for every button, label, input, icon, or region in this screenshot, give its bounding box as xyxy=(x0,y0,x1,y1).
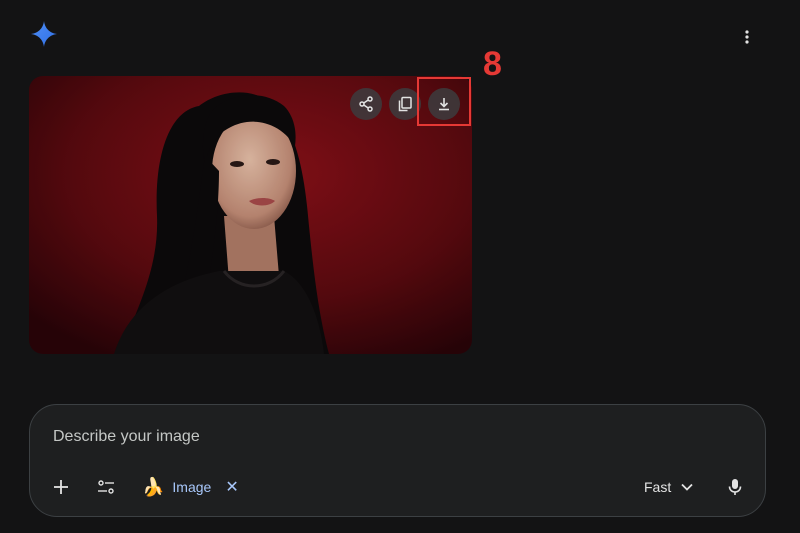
tune-icon xyxy=(98,480,114,494)
model-mode-selector[interactable]: Fast xyxy=(644,471,693,503)
gemini-sparkle-icon xyxy=(31,21,57,47)
mode-label: Fast xyxy=(644,479,672,495)
prompt-input-box[interactable]: Describe your image 🍌 Image ✕ Fast xyxy=(29,404,766,517)
prompt-input[interactable]: Describe your image xyxy=(53,428,200,446)
more-vert-icon xyxy=(745,30,749,44)
add-button[interactable] xyxy=(45,471,77,503)
tools-button[interactable] xyxy=(90,471,122,503)
gemini-page: 8 Describe your image 🍌 Image ✕ Fast xyxy=(0,0,800,533)
step-number-label: 8 xyxy=(483,45,502,83)
plus-icon xyxy=(54,480,68,494)
banana-icon: 🍌 xyxy=(142,477,165,497)
download-highlight-box xyxy=(417,77,471,126)
chip-close-icon[interactable]: ✕ xyxy=(225,477,238,497)
more-options-button[interactable] xyxy=(735,25,759,49)
share-button[interactable] xyxy=(350,88,382,120)
mic-icon xyxy=(728,479,742,495)
share-icon xyxy=(359,96,373,112)
copy-icon xyxy=(398,96,412,112)
image-chip-label: Image xyxy=(172,479,212,495)
microphone-button[interactable] xyxy=(719,471,751,503)
image-mode-chip[interactable]: 🍌 Image ✕ xyxy=(142,471,239,503)
chevron-down-icon xyxy=(681,483,693,491)
